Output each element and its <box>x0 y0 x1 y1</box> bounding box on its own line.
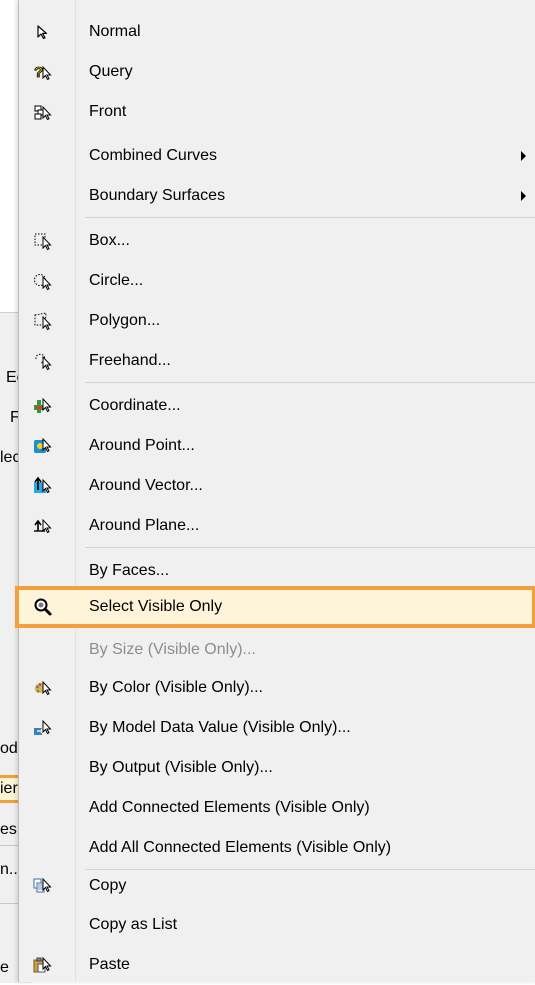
menu-item-label: Around Point... <box>89 437 195 454</box>
parent-menu-item[interactable]: e <box>0 957 9 979</box>
menu-separator <box>85 547 535 548</box>
submenu-arrow-icon <box>521 191 526 201</box>
parent-menu-item[interactable]: od <box>0 738 18 760</box>
menu-item-add-connected-elements[interactable]: Add Connected Elements (Visible Only) <box>19 788 535 828</box>
menu-item-by-size[interactable]: By Size (Visible Only)... <box>19 630 535 670</box>
menu-item-label: By Faces... <box>89 562 170 579</box>
submenu-arrow-icon <box>521 151 526 161</box>
menu-item-by-model-data-value[interactable]: By Model Data Value (Visible Only)... <box>19 708 535 748</box>
menu-item-label: Box... <box>89 232 130 249</box>
menu-item-label: Around Plane... <box>89 517 200 534</box>
context-menu: Normal ? Query Front Combined Curves Bou… <box>15 0 535 985</box>
menu-item-boundary-surfaces[interactable]: Boundary Surfaces <box>19 176 535 216</box>
menu-item-by-output[interactable]: By Output (Visible Only)... <box>19 748 535 788</box>
menu-separator <box>85 382 535 383</box>
menu-item-polygon[interactable]: Polygon... <box>19 301 535 341</box>
menu-item-label: Select Visible Only <box>89 598 223 615</box>
copy-icon <box>31 875 55 897</box>
around-plane-icon <box>31 515 55 537</box>
menu-item-front[interactable]: Front <box>19 92 535 132</box>
menu-item-label: Normal <box>89 23 141 40</box>
around-vector-icon <box>31 475 55 497</box>
menu-item-label: Polygon... <box>89 312 161 329</box>
menu-item-circle[interactable]: Circle... <box>19 261 535 301</box>
menu-item-around-vector[interactable]: Around Vector... <box>19 466 535 506</box>
arrow-pointer-icon <box>31 21 55 43</box>
menu-item-copy[interactable]: Copy <box>19 866 535 906</box>
menu-item-label: Circle... <box>89 272 144 289</box>
svg-text:?: ? <box>34 64 43 81</box>
menu-item-by-faces[interactable]: By Faces... <box>19 551 535 591</box>
menu-item-around-plane[interactable]: Around Plane... <box>19 506 535 546</box>
query-icon: ? <box>31 61 55 83</box>
menu-item-combined-curves[interactable]: Combined Curves <box>19 136 535 176</box>
menu-item-label: Copy <box>89 877 127 894</box>
freehand-select-icon <box>31 350 55 372</box>
menu-item-label: By Model Data Value (Visible Only)... <box>89 719 351 736</box>
parent-menu-item[interactable]: es <box>0 819 17 841</box>
model-data-icon <box>31 717 55 739</box>
menu-item-label: Add Connected Elements (Visible Only) <box>89 799 370 816</box>
menu-item-select-visible-only[interactable]: Select Visible Only <box>15 586 535 628</box>
menu-item-by-color[interactable]: By Color (Visible Only)... <box>19 668 535 708</box>
menu-item-around-point[interactable]: Around Point... <box>19 426 535 466</box>
menu-item-label: Freehand... <box>89 352 171 369</box>
around-point-icon <box>31 435 55 457</box>
menu-separator <box>85 217 535 218</box>
menu-item-label: Coordinate... <box>89 397 181 414</box>
palette-icon <box>31 677 55 699</box>
menu-item-box[interactable]: Box... <box>19 221 535 261</box>
menu-item-label: By Output (Visible Only)... <box>89 759 273 776</box>
menu-item-label: Combined Curves <box>89 147 218 164</box>
box-select-icon <box>31 230 55 252</box>
parent-menu-item-label: ier <box>0 780 18 797</box>
magnifier-icon <box>31 596 55 618</box>
menu-item-label: Add All Connected Elements (Visible Only… <box>89 839 392 856</box>
menu-item-label: Around Vector... <box>89 477 203 494</box>
menu-item-label: Front <box>89 103 127 120</box>
menu-item-add-all-connected-elements[interactable]: Add All Connected Elements (Visible Only… <box>19 828 535 868</box>
coordinate-icon <box>31 395 55 417</box>
menu-item-query[interactable]: ? Query <box>19 52 535 92</box>
menu-item-label: Query <box>89 63 133 80</box>
front-icon <box>31 101 55 123</box>
menu-item-coordinate[interactable]: Coordinate... <box>19 386 535 426</box>
paste-icon <box>31 954 55 976</box>
menu-item-copy-as-list[interactable]: Copy as List <box>19 905 535 945</box>
menu-item-freehand[interactable]: Freehand... <box>19 341 535 381</box>
polygon-select-icon <box>31 310 55 332</box>
menu-item-label: Boundary Surfaces <box>89 187 226 204</box>
menu-item-label: Copy as List <box>89 916 178 933</box>
menu-item-label: Paste <box>89 956 130 973</box>
menu-item-label: By Size (Visible Only)... <box>89 641 256 658</box>
menu-item-label: By Color (Visible Only)... <box>89 679 263 696</box>
circle-select-icon <box>31 270 55 292</box>
menu-item-paste[interactable]: Paste <box>19 945 535 985</box>
menu-item-normal[interactable]: Normal <box>19 12 535 52</box>
parent-menu-item[interactable]: n.. <box>0 859 18 881</box>
